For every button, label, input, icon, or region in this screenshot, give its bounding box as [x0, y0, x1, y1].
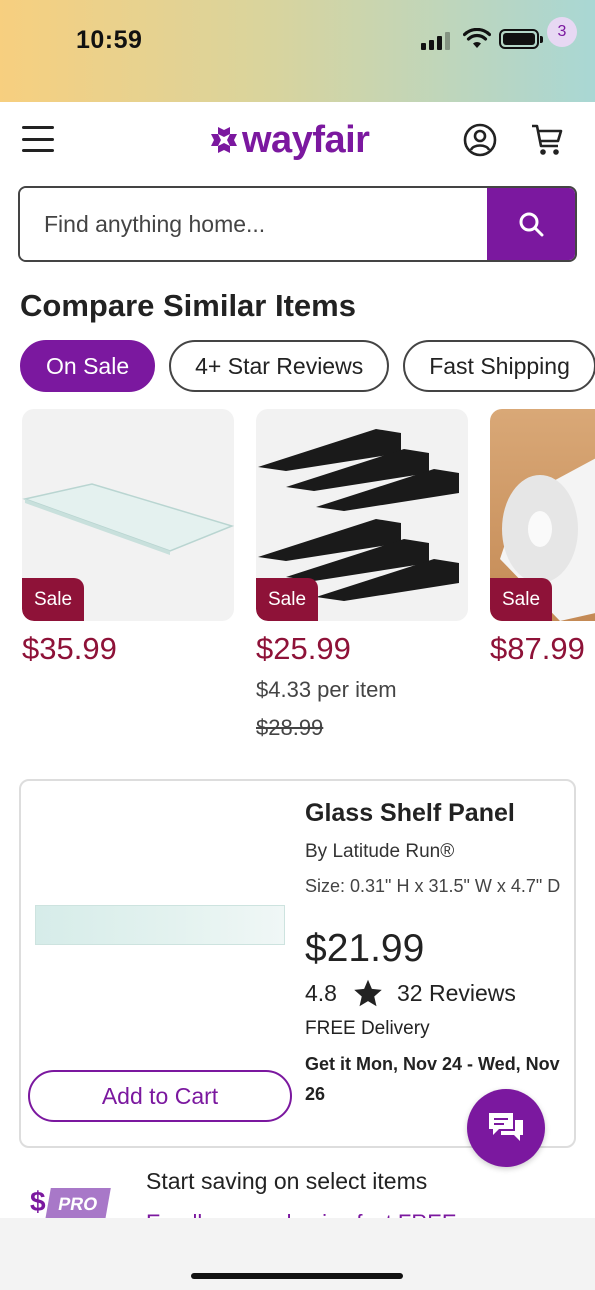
star-icon [354, 979, 382, 1007]
battery-icon [499, 29, 543, 49]
unit-price: $4.33 per item [256, 677, 397, 702]
chip-fast-shipping[interactable]: Fast Shipping [403, 340, 595, 392]
product-price: $35.99 [22, 631, 117, 666]
status-bar: 10:59 [0, 0, 595, 102]
product-carousel: Sale $35.99 Sale $25.99 $4.33 per item $… [22, 409, 595, 749]
account-icon[interactable] [463, 123, 497, 157]
search-button[interactable] [487, 188, 575, 260]
product-title[interactable]: Glass Shelf Panel [305, 799, 515, 828]
chip-star-reviews[interactable]: 4+ Star Reviews [169, 340, 390, 392]
wifi-icon [463, 28, 491, 48]
search-input[interactable] [20, 188, 487, 260]
product-image[interactable] [35, 905, 285, 945]
home-indicator[interactable] [191, 1273, 403, 1279]
pro-banner-text: Start saving on select items [146, 1168, 428, 1194]
product-image[interactable]: Sale [22, 409, 234, 621]
product-image[interactable]: Sale [256, 409, 468, 621]
search-bar [18, 186, 577, 262]
sale-badge: Sale [256, 578, 319, 621]
delivery-label: FREE Delivery [305, 1018, 430, 1039]
product-price: $21.99 [305, 927, 425, 970]
product-card[interactable]: Sale $87.99 [490, 409, 595, 667]
search-icon [519, 212, 544, 237]
add-to-cart-button[interactable]: Add to Cart [28, 1070, 292, 1122]
product-price: $87.99 [490, 631, 585, 666]
pro-logo: $ PRO [30, 1186, 111, 1220]
product-size: Size: 0.31" H x 31.5" W x 4.7" D [305, 876, 561, 896]
chat-button[interactable] [467, 1089, 545, 1167]
header: wayfair [0, 102, 595, 180]
product-card[interactable]: Sale $25.99 $4.33 per item $28.99 [256, 409, 468, 741]
chat-icon [489, 1113, 523, 1141]
section-title: Compare Similar Items [20, 288, 356, 323]
product-price: $25.99 [256, 631, 351, 666]
cart-icon[interactable] [530, 122, 564, 158]
status-time: 10:59 [76, 26, 143, 54]
pro-banner[interactable]: $ PRO Start saving on select items Enrol… [0, 1160, 595, 1220]
home-bar [0, 1218, 595, 1290]
filter-chips: On Sale 4+ Star Reviews Fast Shipping [20, 340, 595, 392]
cart-count-badge[interactable]: 3 [547, 17, 577, 47]
chip-on-sale[interactable]: On Sale [20, 340, 156, 392]
logo-text: wayfair [242, 118, 370, 161]
wayfair-logo[interactable]: wayfair [208, 118, 370, 162]
original-price: $28.99 [256, 715, 324, 740]
rating-row[interactable]: 4.8 32 Reviews [305, 979, 516, 1008]
product-brand: By Latitude Run® [305, 841, 455, 862]
review-count: 32 Reviews [396, 980, 516, 1006]
wayfair-mark-icon [211, 127, 237, 153]
menu-icon[interactable] [22, 126, 54, 152]
sale-badge: Sale [22, 578, 85, 621]
product-image[interactable]: Sale [490, 409, 595, 621]
sale-badge: Sale [490, 578, 553, 621]
product-card[interactable]: Sale $35.99 [22, 409, 234, 667]
rating-value: 4.8 [305, 980, 337, 1006]
signal-icon [421, 32, 450, 50]
